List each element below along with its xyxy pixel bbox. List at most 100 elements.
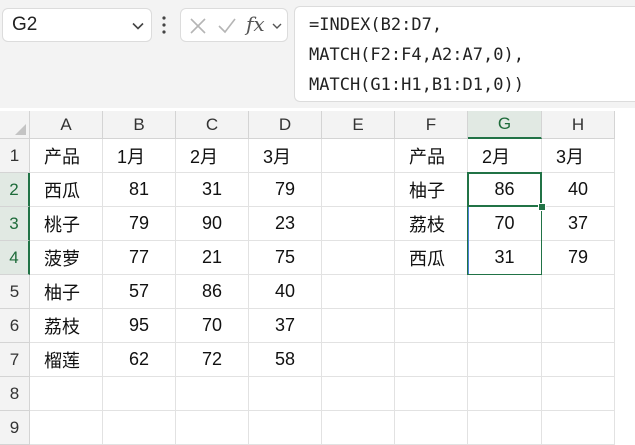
cell-a2[interactable]: 西瓜 <box>30 173 103 207</box>
cell-e7[interactable] <box>322 343 395 377</box>
cell-e4[interactable] <box>322 241 395 275</box>
cell-g1[interactable]: 2月 <box>468 139 542 173</box>
row-header-1[interactable]: 1 <box>0 139 30 173</box>
column-header-b[interactable]: B <box>103 111 176 139</box>
cell-c1[interactable]: 2月 <box>176 139 249 173</box>
cancel-icon[interactable] <box>189 17 207 35</box>
cell-g8[interactable] <box>468 377 542 411</box>
cell-a4[interactable]: 菠萝 <box>30 241 103 275</box>
cell-h8[interactable] <box>542 377 615 411</box>
cell-g6[interactable] <box>468 309 542 343</box>
column-header-d[interactable]: D <box>249 111 322 139</box>
column-header-g[interactable]: G <box>468 111 542 139</box>
cell-h9[interactable] <box>542 411 615 445</box>
cell-g9[interactable] <box>468 411 542 445</box>
formula-line: MATCH(G1:H1,B1:D1,0)) <box>309 75 524 95</box>
cell-d3[interactable]: 23 <box>249 207 322 241</box>
cell-h3[interactable]: 37 <box>542 207 615 241</box>
cell-b9[interactable] <box>103 411 176 445</box>
row-header-5[interactable]: 5 <box>0 275 30 309</box>
cell-f7[interactable] <box>395 343 468 377</box>
cell-f4[interactable]: 西瓜 <box>395 241 468 275</box>
row-header-6[interactable]: 6 <box>0 309 30 343</box>
cell-f5[interactable] <box>395 275 468 309</box>
cell-g5[interactable] <box>468 275 542 309</box>
cell-g2[interactable]: 86 <box>468 173 542 207</box>
cell-e8[interactable] <box>322 377 395 411</box>
cell-d1[interactable]: 3月 <box>249 139 322 173</box>
row-header-8[interactable]: 8 <box>0 377 30 411</box>
column-header-c[interactable]: C <box>176 111 249 139</box>
row-header-2[interactable]: 2 <box>0 173 30 207</box>
cell-c3[interactable]: 90 <box>176 207 249 241</box>
cell-a8[interactable] <box>30 377 103 411</box>
cell-d8[interactable] <box>249 377 322 411</box>
cell-c7[interactable]: 72 <box>176 343 249 377</box>
cell-f3[interactable]: 荔枝 <box>395 207 468 241</box>
cell-f9[interactable] <box>395 411 468 445</box>
cell-g4[interactable]: 31 <box>468 241 542 275</box>
cell-d5[interactable]: 40 <box>249 275 322 309</box>
cell-g3[interactable]: 70 <box>468 207 542 241</box>
cell-a6[interactable]: 荔枝 <box>30 309 103 343</box>
cell-b6[interactable]: 95 <box>103 309 176 343</box>
cell-g7[interactable] <box>468 343 542 377</box>
cell-b3[interactable]: 79 <box>103 207 176 241</box>
cell-d4[interactable]: 75 <box>249 241 322 275</box>
cell-d2[interactable]: 79 <box>249 173 322 207</box>
cell-c2[interactable]: 31 <box>176 173 249 207</box>
column-header-e[interactable]: E <box>322 111 395 139</box>
select-all-corner[interactable] <box>0 111 30 139</box>
cell-a1[interactable]: 产品 <box>30 139 103 173</box>
row-header-9[interactable]: 9 <box>0 411 30 445</box>
cell-e6[interactable] <box>322 309 395 343</box>
cell-f8[interactable] <box>395 377 468 411</box>
cell-e5[interactable] <box>322 275 395 309</box>
chevron-down-icon[interactable] <box>131 19 145 33</box>
row-header-7[interactable]: 7 <box>0 343 30 377</box>
cell-b1[interactable]: 1月 <box>103 139 176 173</box>
cell-e2[interactable] <box>322 173 395 207</box>
cell-b5[interactable]: 57 <box>103 275 176 309</box>
cell-a7[interactable]: 榴莲 <box>30 343 103 377</box>
more-options-icon[interactable] <box>161 13 167 37</box>
cell-e3[interactable] <box>322 207 395 241</box>
cell-c5[interactable]: 86 <box>176 275 249 309</box>
cell-d7[interactable]: 58 <box>249 343 322 377</box>
cell-a3[interactable]: 桃子 <box>30 207 103 241</box>
cell-b8[interactable] <box>103 377 176 411</box>
name-box-value: G2 <box>12 14 38 35</box>
insert-function-icon[interactable]: fx <box>246 12 265 36</box>
cell-h6[interactable] <box>542 309 615 343</box>
cell-c4[interactable]: 21 <box>176 241 249 275</box>
cell-d6[interactable]: 37 <box>249 309 322 343</box>
cell-f2[interactable]: 柚子 <box>395 173 468 207</box>
row-header-3[interactable]: 3 <box>0 207 30 241</box>
cell-d9[interactable] <box>249 411 322 445</box>
cell-a5[interactable]: 柚子 <box>30 275 103 309</box>
formula-input[interactable]: =INDEX(B2:D7, MATCH(F2:F4,A2:A7,0), MATC… <box>294 6 635 102</box>
column-header-a[interactable]: A <box>30 111 103 139</box>
cell-f1[interactable]: 产品 <box>395 139 468 173</box>
enter-check-icon[interactable] <box>217 17 237 35</box>
cell-h2[interactable]: 40 <box>542 173 615 207</box>
cell-e1[interactable] <box>322 139 395 173</box>
cell-c8[interactable] <box>176 377 249 411</box>
chevron-down-icon[interactable] <box>271 20 283 32</box>
cell-f6[interactable] <box>395 309 468 343</box>
cell-b2[interactable]: 81 <box>103 173 176 207</box>
cell-h1[interactable]: 3月 <box>542 139 615 173</box>
cell-h7[interactable] <box>542 343 615 377</box>
cell-e9[interactable] <box>322 411 395 445</box>
cell-h4[interactable]: 79 <box>542 241 615 275</box>
cell-b7[interactable]: 62 <box>103 343 176 377</box>
cell-a9[interactable] <box>30 411 103 445</box>
cell-c9[interactable] <box>176 411 249 445</box>
cell-h5[interactable] <box>542 275 615 309</box>
column-header-f[interactable]: F <box>395 111 468 139</box>
cell-b4[interactable]: 77 <box>103 241 176 275</box>
name-box[interactable]: G2 <box>2 8 152 42</box>
column-header-h[interactable]: H <box>542 111 615 139</box>
cell-c6[interactable]: 70 <box>176 309 249 343</box>
row-header-4[interactable]: 4 <box>0 241 30 275</box>
